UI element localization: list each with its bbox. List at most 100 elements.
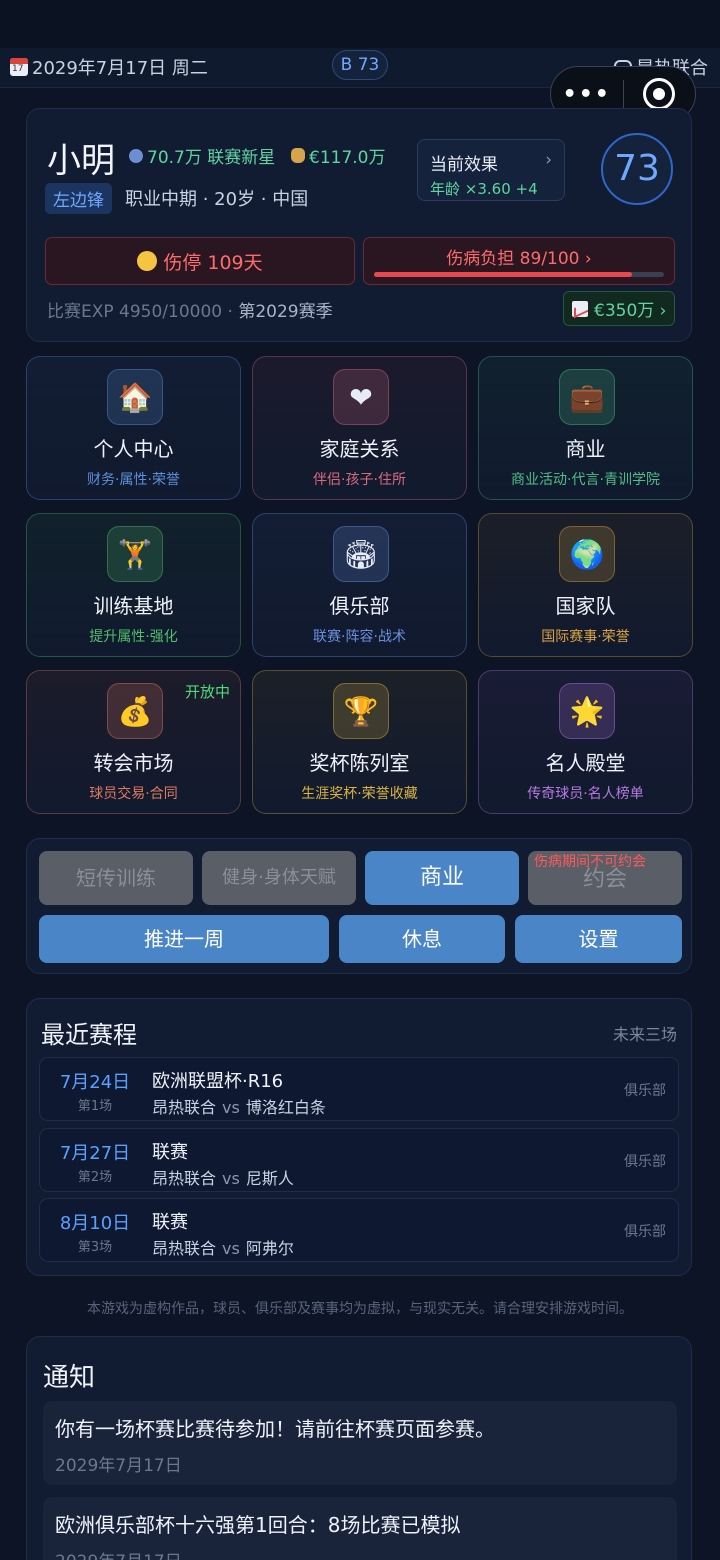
dating-warning: 伤病期间不可约会 <box>534 854 646 870</box>
feature-tile[interactable]: 🏟 俱乐部 联赛·阵容·战术 <box>252 513 467 657</box>
game-date-text: 2029年7月17日 周二 <box>32 58 208 79</box>
match-date: 8月10日 <box>59 1213 131 1234</box>
more-menu-button[interactable]: ••• <box>551 82 623 107</box>
fans-count: 70.7万 联赛新星 <box>129 143 275 168</box>
dating-button[interactable]: 伤病期间不可约会 约会 <box>528 851 682 905</box>
home-team: 昂热联合 <box>152 1098 217 1117</box>
match-round: 第1场 <box>77 1099 113 1114</box>
feature-tile[interactable]: 🏠 个人中心财务·属性·荣誉 <box>26 356 241 500</box>
feature-tile-subtitle: 商业活动·代言·青训学院 <box>511 472 660 488</box>
money-text: €117.0万 <box>309 148 386 168</box>
market-value-button[interactable]: €350万 › <box>563 291 676 326</box>
trophy-icon: 🏆 <box>333 683 389 739</box>
match-row[interactable]: 7月24日 第1场 欧洲联盟杯·R16 昂热联合 vs 博洛红白条 俱乐部 <box>39 1057 679 1121</box>
position-badge: 左边锋 <box>45 183 112 214</box>
vs-label: vs <box>222 1169 240 1188</box>
house-icon: 🏠 <box>107 369 163 425</box>
match-date: 7月24日 <box>59 1072 131 1093</box>
status-bar-area <box>0 0 720 48</box>
market-value-text: €350万 › <box>594 301 667 321</box>
notification-item[interactable]: 你有一场杯赛比赛待参加！请前往杯赛页面参赛。 2029年7月17日 <box>43 1401 677 1485</box>
feature-tile-subtitle: 财务·属性·荣誉 <box>87 472 180 488</box>
heart-icon: ❤ <box>333 369 389 425</box>
money-bag-icon: 💰 <box>107 683 163 739</box>
burden-progress-fill <box>374 272 633 277</box>
rest-button[interactable]: 休息 <box>339 915 505 963</box>
fitness-button[interactable]: 健身·身体天赋 <box>202 851 356 905</box>
feature-tile-title: 个人中心 <box>93 437 174 461</box>
effect-value: 年龄 ×3.60 +4 <box>430 180 538 198</box>
feature-tile[interactable]: 💰 转会市场 球员交易·合同 开放中 <box>26 670 241 814</box>
season-text: 第2029赛季 <box>238 302 333 322</box>
away-team: 博洛红白条 <box>245 1098 326 1117</box>
player-meta: 职业中期 · 20岁 · 中国 <box>125 189 309 210</box>
away-team: 尼斯人 <box>245 1169 294 1188</box>
player-profile-card: 小明 70.7万 联赛新星 €117.0万 左边锋 职业中期 · 20岁 · 中… <box>26 108 692 342</box>
notification-date: 2029年7月17日 <box>55 1547 182 1560</box>
feature-tile-subtitle: 伴侣·孩子·住所 <box>313 472 406 488</box>
notification-item[interactable]: 欧洲俱乐部杯十六强第1回合：8场比赛已模拟 2029年7月17日 <box>43 1497 677 1560</box>
notification-message: 你有一场杯赛比赛待参加！请前往杯赛页面参赛。 <box>55 1417 495 1441</box>
rest-label: 休息 <box>402 927 442 951</box>
match-competition: 联赛 <box>152 1212 188 1233</box>
match-type: 俱乐部 <box>624 1154 666 1170</box>
feature-tile-title: 训练基地 <box>93 594 174 618</box>
feature-tile-subtitle: 国际赛事·荣誉 <box>541 629 630 645</box>
stadium-icon: 🏟 <box>333 526 389 582</box>
exp-text: 比赛EXP 4950/10000 <box>47 302 223 322</box>
feature-tile[interactable]: 🌟 名人殿堂 传奇球员·名人榜单 <box>478 670 693 814</box>
briefcase-icon: 💼 <box>559 369 615 425</box>
feature-tile[interactable]: 🌍 国家队国际赛事·荣誉 <box>478 513 693 657</box>
business-button[interactable]: 商业 <box>365 851 519 905</box>
advance-week-button[interactable]: 推进一周 <box>39 915 329 963</box>
feature-tile[interactable]: 🏆 奖杯陈列室 生涯奖杯·荣誉收藏 <box>252 670 467 814</box>
burden-label: 伤病负担 89/100 › <box>446 249 592 269</box>
feature-tile-subtitle: 传奇球员·名人榜单 <box>527 786 644 802</box>
match-teams: 昂热联合 vs 博洛红白条 <box>152 1094 326 1118</box>
vs-label: vs <box>222 1239 240 1258</box>
feature-tile[interactable]: ❤ 家庭关系 伴侣·孩子·住所 <box>252 356 467 500</box>
match-row[interactable]: 7月27日 第2场 联赛 昂热联合 vs 尼斯人 俱乐部 <box>39 1128 679 1192</box>
rating-badge: B 73 <box>332 50 388 80</box>
match-row[interactable]: 8月10日 第3场 联赛 昂热联合 vs 阿弗尔 俱乐部 <box>39 1198 679 1262</box>
match-type: 俱乐部 <box>624 1083 666 1099</box>
feature-tile[interactable]: 🏋 训练基地 提升属性·强化 <box>26 513 241 657</box>
schedule-next-label: 未来三场 <box>612 1025 677 1044</box>
home-team: 昂热联合 <box>152 1239 217 1258</box>
feature-tile-title: 国家队 <box>555 594 616 618</box>
notification-message: 欧洲俱乐部杯十六强第1回合：8场比赛已模拟 <box>55 1513 461 1537</box>
notifications-card: 通知 你有一场杯赛比赛待参加！请前往杯赛页面参赛。 2029年7月17日 欧洲俱… <box>26 1336 692 1560</box>
feature-tile-subtitle: 联赛·阵容·战术 <box>313 629 406 645</box>
feature-tile-title: 转会市场 <box>93 751 174 775</box>
weightlifter-icon: 🏋 <box>107 526 163 582</box>
match-competition: 欧洲联盟杯·R16 <box>152 1071 284 1092</box>
player-money: €117.0万 <box>291 143 385 168</box>
injury-burden-button[interactable]: 伤病负担 89/100 › <box>363 237 675 285</box>
disclaimer-text: 本游戏为虚构作品，球员、俱乐部及赛事均为虚拟，与现实无关。请合理安排游戏时间。 <box>87 1301 633 1317</box>
feature-tile[interactable]: 💼 商业 商业活动·代言·青训学院 <box>478 356 693 500</box>
match-exp: 比赛EXP 4950/10000 · 第2029赛季 <box>47 297 333 322</box>
settings-label: 设置 <box>578 927 619 951</box>
globe-icon: 🌍 <box>559 526 615 582</box>
settings-button[interactable]: 设置 <box>515 915 682 963</box>
people-icon <box>129 148 143 163</box>
notifications-title: 通知 <box>43 1363 96 1393</box>
match-date: 7月27日 <box>59 1143 131 1164</box>
burden-progress-track <box>374 272 664 277</box>
close-miniprogram-button[interactable] <box>624 78 696 110</box>
current-effect-button[interactable]: 当前效果 › 年龄 ×3.60 +4 <box>417 139 565 201</box>
match-teams: 昂热联合 vs 尼斯人 <box>152 1165 294 1189</box>
match-round: 第2场 <box>77 1170 113 1185</box>
effect-title: 当前效果 <box>430 155 498 175</box>
injury-text: 伤停 109天 <box>163 251 263 274</box>
feature-tile-subtitle: 球员交易·合同 <box>89 786 178 802</box>
feature-tile-subtitle: 生涯奖杯·荣誉收藏 <box>301 786 418 802</box>
calendar-icon <box>10 58 28 76</box>
fitness-label: 健身·身体天赋 <box>222 867 336 888</box>
vs-label: vs <box>222 1098 240 1117</box>
overall-rating-circle: 73 <box>601 133 673 205</box>
feature-tile-title: 名人殿堂 <box>545 751 626 775</box>
advance-week-label: 推进一周 <box>144 927 224 951</box>
target-icon <box>643 78 676 110</box>
short-pass-training-button[interactable]: 短传训练 <box>39 851 193 905</box>
